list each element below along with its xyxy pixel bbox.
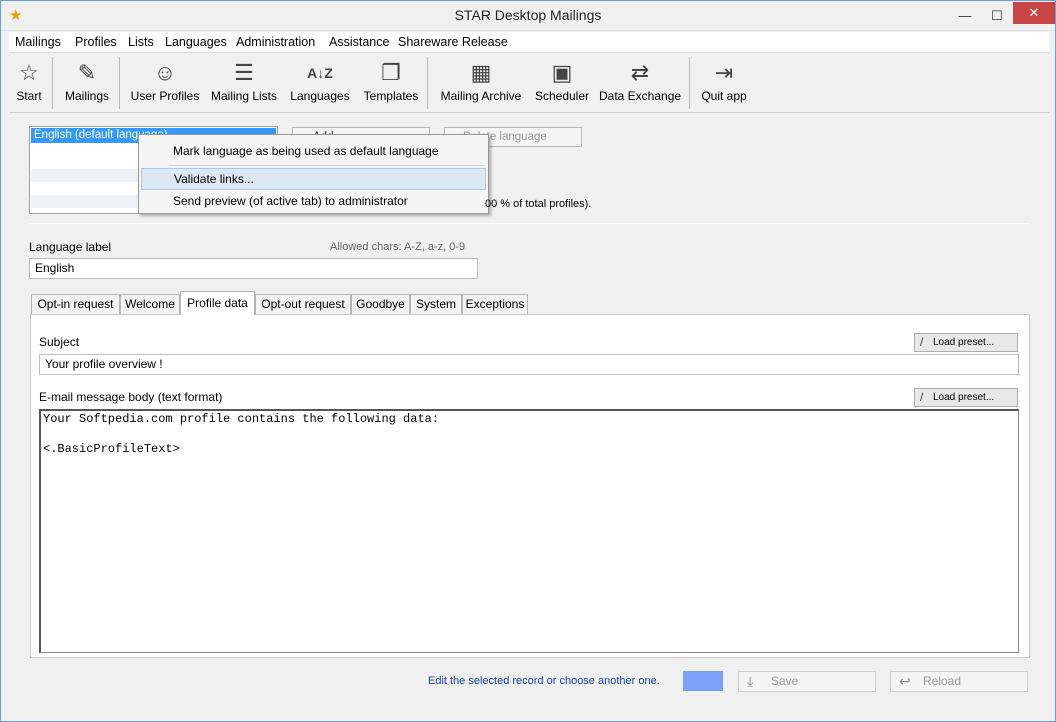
menu-bar: Mailings Profiles Lists Languages Admini… — [9, 32, 1049, 53]
exchange-arrows-icon: ⇄ — [630, 60, 650, 85]
body-label: E-mail message body (text format) — [39, 390, 223, 404]
az-sort-icon: A↓Z — [307, 65, 333, 81]
menu-languages[interactable]: Languages — [165, 35, 227, 49]
profile-data-panel: Subject / Load preset... Your profile ov… — [30, 314, 1030, 658]
subject-input[interactable]: Your profile overview ! — [39, 354, 1019, 375]
pencil-paper-icon: ✎ — [77, 60, 97, 85]
pencil-icon: / — [920, 390, 924, 404]
divider — [29, 223, 1029, 224]
scheduler-button[interactable]: ▣ Scheduler — [533, 53, 591, 111]
mailing-lists-button[interactable]: ☰ Mailing Lists — [210, 53, 278, 111]
save-button[interactable]: ⤓ Save — [738, 671, 876, 692]
user-icon: ☺ — [153, 60, 177, 85]
toolbar-separator — [427, 57, 428, 109]
maximize-button[interactable]: ☐ — [981, 1, 1013, 30]
app-window: ★ STAR Desktop Mailings — ☐ ✕ Mailings P… — [0, 0, 1056, 722]
tab-profile-data[interactable]: Profile data — [180, 291, 255, 315]
toolbar-separator — [689, 57, 690, 109]
tab-opt-in-request[interactable]: Opt-in request — [31, 294, 120, 314]
toolbar: ☆ Start ✎ Mailings ☺ User Profiles ☰ Mai… — [9, 53, 1049, 113]
tab-opt-out-request[interactable]: Opt-out request — [255, 294, 351, 314]
context-menu: Mark language as being used as default l… — [138, 134, 489, 214]
message-body-textarea[interactable]: Your Softpedia.com profile contains the … — [39, 409, 1019, 653]
menu-administration[interactable]: Administration — [236, 35, 315, 49]
menu-mailings[interactable]: Mailings — [15, 35, 61, 49]
main-content: English (default language) Add Delete la… — [9, 114, 1049, 714]
window-title: STAR Desktop Mailings — [454, 7, 602, 23]
toolbar-separator — [119, 57, 120, 109]
user-profiles-button[interactable]: ☺ User Profiles — [130, 53, 200, 111]
close-button[interactable]: ✕ — [1013, 2, 1055, 24]
checklist-icon: ☰ — [234, 60, 254, 85]
ctx-send-preview[interactable]: Send preview (of active tab) to administ… — [141, 190, 486, 212]
save-arrow-icon: ⤓ — [747, 673, 754, 689]
copy-icon: ❐ — [381, 60, 401, 85]
load-preset-body-button[interactable]: / Load preset... — [914, 388, 1018, 407]
close-icon: ✕ — [1028, 5, 1040, 20]
templates-button[interactable]: ❐ Templates — [361, 53, 421, 111]
tab-welcome[interactable]: Welcome — [120, 294, 180, 314]
reload-icon: ↩ — [899, 673, 911, 689]
load-preset-subject-button[interactable]: / Load preset... — [914, 333, 1018, 352]
quit-app-button[interactable]: ⇥ Quit app — [697, 53, 751, 111]
start-button[interactable]: ☆ Start — [13, 53, 45, 111]
allowed-chars-hint: Allowed chars: A-Z, a-z, 0-9 — [330, 241, 466, 253]
title-bar: ★ STAR Desktop Mailings — ☐ ✕ — [1, 1, 1055, 31]
menu-shareware-release[interactable]: Shareware Release — [398, 35, 508, 49]
languages-button[interactable]: A↓Z Languages — [289, 53, 351, 111]
archive-boxes-icon: ▦ — [470, 60, 492, 85]
toolbar-separator — [52, 57, 53, 109]
data-exchange-button[interactable]: ⇄ Data Exchange — [599, 53, 681, 111]
star-icon: ☆ — [19, 60, 39, 85]
record-color-indicator — [683, 671, 723, 691]
pencil-icon: / — [920, 335, 924, 349]
exit-person-icon: ⇥ — [714, 60, 734, 85]
footer-hint: Edit the selected record or choose anoth… — [428, 675, 660, 687]
menu-assistance[interactable]: Assistance — [329, 35, 389, 49]
ctx-separator — [169, 165, 485, 166]
mailings-button[interactable]: ✎ Mailings — [63, 53, 111, 111]
ctx-mark-default[interactable]: Mark language as being used as default l… — [141, 140, 486, 162]
reload-button[interactable]: ↩ Reload — [890, 671, 1028, 692]
menu-profiles[interactable]: Profiles — [75, 35, 117, 49]
subject-label: Subject — [39, 335, 80, 349]
mailing-archive-button[interactable]: ▦ Mailing Archive — [437, 53, 525, 111]
calendar-icon: ▣ — [551, 60, 573, 85]
tab-goodbye[interactable]: Goodbye — [351, 294, 410, 314]
profiles-percentage-text: 00 % of total profiles). — [485, 198, 592, 210]
ctx-validate-links[interactable]: Validate links... — [141, 168, 486, 190]
menu-lists[interactable]: Lists — [128, 35, 154, 49]
tab-exceptions[interactable]: Exceptions — [462, 294, 528, 314]
minimize-icon: — — [958, 8, 972, 23]
minimize-button[interactable]: — — [949, 1, 981, 30]
maximize-icon: ☐ — [991, 8, 1003, 23]
language-label-caption: Language label — [29, 240, 112, 254]
tab-system[interactable]: System — [410, 294, 462, 314]
language-label-input[interactable]: English — [29, 258, 478, 279]
